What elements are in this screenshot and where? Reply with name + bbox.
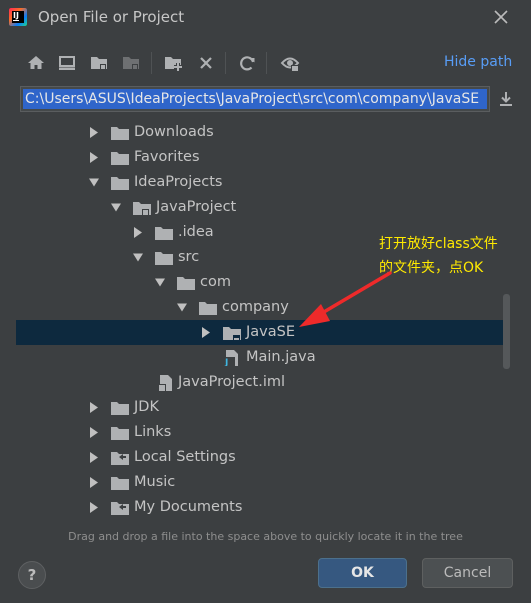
annotation-text: 打开放好class文件 的文件夹，点OK (379, 232, 529, 280)
tree-item-label: JavaSE (246, 324, 295, 340)
project-folder-icon (132, 200, 152, 216)
expand-arrow-icon[interactable] (88, 120, 100, 145)
folder-icon (110, 425, 130, 441)
annotation-arrow-icon (299, 271, 392, 327)
tree-row[interactable]: JavaProject.iml (16, 370, 506, 395)
folder-shortcut-icon (110, 500, 130, 516)
folder-icon (154, 250, 174, 266)
expand-arrow-icon[interactable] (88, 445, 100, 470)
ok-button[interactable]: OK (318, 558, 407, 588)
folder-icon (154, 225, 174, 241)
cancel-button[interactable]: Cancel (422, 558, 513, 588)
tree-item-label: JavaProject.iml (178, 374, 286, 390)
scrollbar-thumb[interactable] (503, 294, 510, 369)
collapse-arrow-icon[interactable] (132, 245, 144, 270)
tree-item-label: Links (134, 424, 172, 440)
file-tree[interactable]: Downloads Favorites IdeaProjects JavaPro… (16, 120, 515, 524)
folder-icon (110, 400, 130, 416)
collapse-arrow-icon[interactable] (88, 170, 100, 195)
intellij-logo-icon: IJ (9, 8, 27, 26)
tree-row[interactable]: IdeaProjects (16, 170, 506, 195)
tree-row[interactable]: Downloads (16, 120, 506, 145)
hide-path-link[interactable]: Hide path (444, 54, 512, 70)
path-input[interactable] (23, 89, 487, 109)
tree-item-label: JDK (134, 399, 159, 415)
annotation-line-2: 的文件夹，点OK (379, 260, 484, 276)
toolbar-separator (151, 52, 152, 74)
folder-icon (110, 475, 130, 491)
tree-item-label: .idea (178, 224, 214, 240)
expand-arrow-icon[interactable] (88, 470, 100, 495)
expand-arrow-icon[interactable] (200, 320, 212, 345)
help-button[interactable]: ? (18, 561, 46, 589)
tree-row[interactable]: Local Settings (16, 445, 506, 470)
new-folder-icon[interactable] (161, 50, 185, 76)
expand-arrow-icon[interactable] (88, 495, 100, 520)
java-file-icon: J (222, 350, 242, 368)
tree-row[interactable]: JDK (16, 395, 506, 420)
module-folder-icon[interactable] (119, 50, 143, 76)
folder-icon (176, 275, 196, 291)
tree-item-label: company (222, 299, 289, 315)
tree-item-label: Local Settings (134, 449, 236, 465)
toolbar-separator (266, 52, 267, 74)
tree-item-label: Downloads (134, 124, 214, 140)
tree-item-label: JavaProject (156, 199, 237, 215)
desktop-icon[interactable] (55, 50, 79, 76)
tree-item-label: Favorites (134, 149, 200, 165)
folder-icon (198, 300, 218, 316)
tree-item-label: IdeaProjects (134, 174, 223, 190)
drag-drop-hint: Drag and drop a file into the space abov… (68, 530, 463, 543)
home-icon[interactable] (24, 50, 48, 76)
tree-item-label: src (178, 249, 200, 265)
collapse-arrow-icon[interactable] (110, 195, 122, 220)
tree-row[interactable]: Music (16, 470, 506, 495)
tree-row[interactable]: My Documents (16, 495, 506, 520)
collapse-arrow-icon[interactable] (176, 295, 188, 320)
tree-item-label: com (200, 274, 231, 290)
tree-item-label: Music (134, 474, 176, 490)
tree-item-label: My Documents (134, 499, 243, 515)
module-file-icon (156, 375, 176, 391)
project-folder-icon[interactable] (87, 50, 111, 76)
toolbar-separator (225, 52, 226, 74)
tree-row-selected[interactable]: JavaSE (16, 320, 506, 345)
folder-icon (110, 175, 130, 191)
title-bar: IJ Open File or Project (0, 0, 531, 36)
folder-icon (110, 125, 130, 141)
tree-row[interactable]: J Main.java (16, 345, 506, 370)
refresh-icon[interactable] (235, 50, 259, 76)
close-icon[interactable] (490, 6, 512, 28)
expand-arrow-icon[interactable] (88, 420, 100, 445)
tree-row[interactable]: Favorites (16, 145, 506, 170)
tree-row[interactable]: company (16, 295, 506, 320)
delete-icon[interactable] (194, 50, 218, 76)
expand-arrow-icon[interactable] (88, 145, 100, 170)
download-icon[interactable] (497, 90, 515, 108)
expand-arrow-icon[interactable] (88, 395, 100, 420)
folder-icon (110, 150, 130, 166)
annotation-line-1: 打开放好class文件 (379, 236, 498, 252)
path-field[interactable] (20, 86, 490, 112)
tree-item-label: Main.java (246, 349, 316, 365)
collapse-arrow-icon[interactable] (154, 270, 166, 295)
svg-text:J: J (224, 358, 228, 366)
tree-row[interactable]: JavaProject (16, 195, 506, 220)
show-hidden-icon[interactable] (278, 50, 302, 76)
tree-row[interactable]: Links (16, 420, 506, 445)
module-folder-icon (222, 325, 242, 341)
window-title: Open File or Project (38, 8, 185, 26)
folder-shortcut-icon (110, 450, 130, 466)
expand-arrow-icon[interactable] (132, 220, 144, 245)
